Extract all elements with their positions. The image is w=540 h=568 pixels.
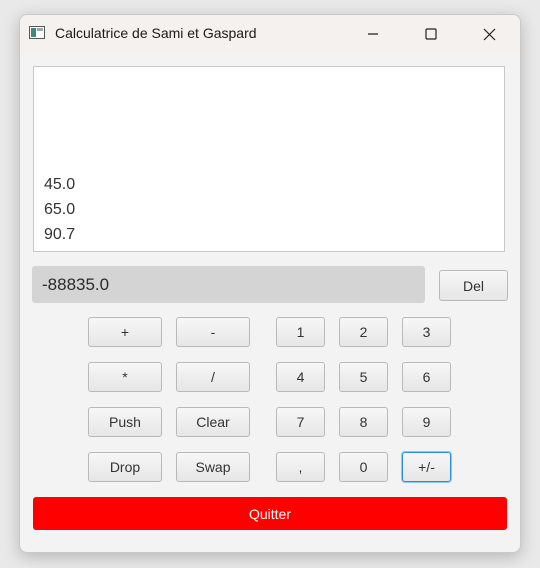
title-bar[interactable]: Calculatrice de Sami et Gaspard [20, 15, 520, 53]
history-item: 65.0 [44, 201, 76, 218]
minimize-button[interactable] [350, 15, 396, 53]
digit-4-button[interactable]: 4 [276, 362, 325, 392]
minimize-icon [368, 33, 378, 35]
swap-button[interactable]: Swap [176, 452, 250, 482]
digit-9-button[interactable]: 9 [402, 407, 451, 437]
close-icon [483, 28, 495, 40]
window-title: Calculatrice de Sami et Gaspard [55, 25, 257, 41]
push-button[interactable]: Push [88, 407, 162, 437]
digit-3-button[interactable]: 3 [402, 317, 451, 347]
multiply-button[interactable]: * [88, 362, 162, 392]
digit-2-button[interactable]: 2 [339, 317, 388, 347]
digit-1-button[interactable]: 1 [276, 317, 325, 347]
divide-button[interactable]: / [176, 362, 250, 392]
digit-6-button[interactable]: 6 [402, 362, 451, 392]
comma-button[interactable]: , [276, 452, 325, 482]
quit-button[interactable]: Quitter [33, 497, 507, 530]
calculator-window: Calculatrice de Sami et Gaspard 45.0 65.… [19, 14, 521, 553]
maximize-button[interactable] [408, 15, 454, 53]
stack-history-list[interactable]: 45.0 65.0 90.7 [33, 66, 505, 252]
sign-toggle-button[interactable]: +/- [402, 452, 451, 482]
clear-button[interactable]: Clear [176, 407, 250, 437]
history-item: 45.0 [44, 176, 76, 193]
digit-8-button[interactable]: 8 [339, 407, 388, 437]
delete-button[interactable]: Del [439, 270, 508, 301]
maximize-icon [425, 28, 437, 40]
digit-5-button[interactable]: 5 [339, 362, 388, 392]
plus-button[interactable]: + [88, 317, 162, 347]
history-item: 90.7 [44, 226, 76, 243]
drop-button[interactable]: Drop [88, 452, 162, 482]
app-icon [29, 26, 45, 39]
close-button[interactable] [466, 15, 512, 53]
minus-button[interactable]: - [176, 317, 250, 347]
current-value-display: -88835.0 [32, 266, 425, 303]
digit-7-button[interactable]: 7 [276, 407, 325, 437]
digit-0-button[interactable]: 0 [339, 452, 388, 482]
